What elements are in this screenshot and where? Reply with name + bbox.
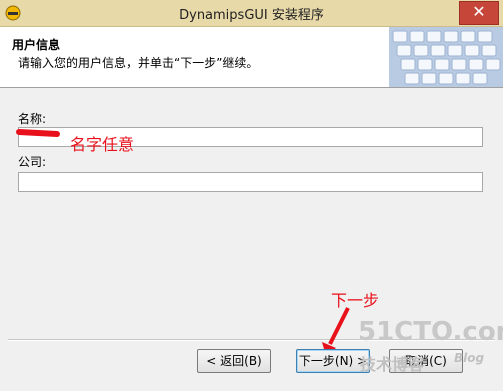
page-subtitle: 请输入您的用户信息，并单击“下一步”继续。 [18, 56, 259, 70]
keyboard-image [389, 27, 503, 87]
watermark-site: 51CTO.com [358, 317, 503, 347]
back-button[interactable]: < 返回(B) [197, 349, 271, 373]
watermark-blog-en: Blog [454, 351, 485, 365]
watermark-blog-cn: 技术博客 [360, 355, 425, 374]
page-title: 用户信息 [12, 38, 61, 52]
watermark: 51CTO.com 技术博客 Blog [358, 317, 503, 377]
name-annotation: 名字任意 [70, 135, 135, 154]
company-label: 公司: [18, 155, 47, 169]
name-label: 名称: [18, 112, 47, 126]
company-field[interactable] [18, 172, 483, 192]
close-button[interactable]: ✕ [459, 1, 499, 25]
title-bar: DynamipsGUI 安装程序 ✕ [0, 0, 503, 27]
window-title: DynamipsGUI 安装程序 [179, 8, 324, 23]
wizard-header: 用户信息 请输入您的用户信息，并单击“下一步”继续。 [0, 27, 503, 88]
